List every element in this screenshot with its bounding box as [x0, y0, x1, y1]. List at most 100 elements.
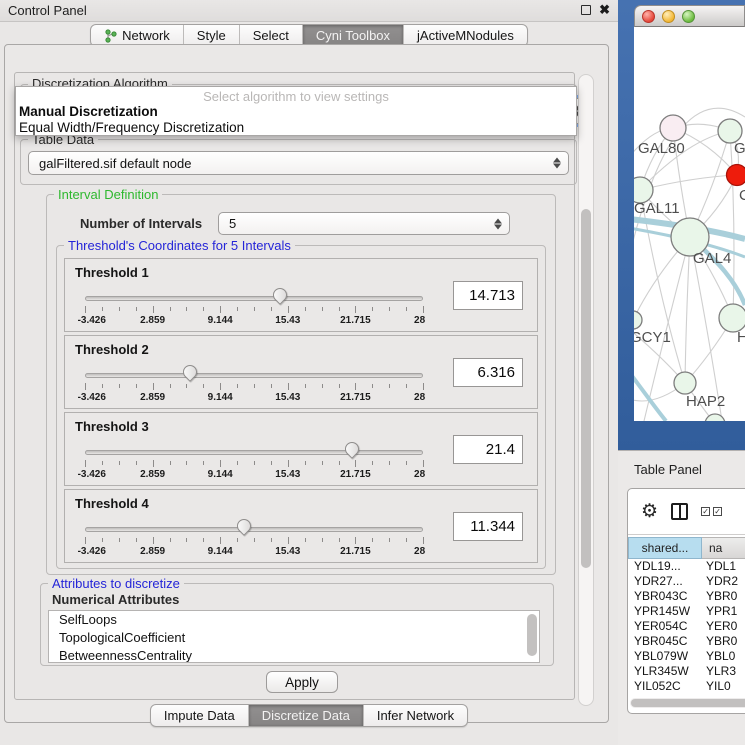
slider-thumb[interactable]: [234, 516, 254, 536]
node-hap2[interactable]: [674, 372, 696, 394]
control-panel-titlebar: Control Panel ✖: [0, 0, 618, 22]
table-row[interactable]: YBR045CYBR0: [628, 634, 745, 649]
threshold-4-value-field[interactable]: 11.344: [453, 512, 523, 541]
threshold-1-value-field[interactable]: 14.713: [453, 281, 523, 310]
numerical-attributes-list[interactable]: SelfLoops TopologicalCoefficient Between…: [48, 610, 540, 663]
table-row[interactable]: YLR345WYLR3: [628, 664, 745, 679]
table-toolbar: ⚙ ✓ ✓: [628, 489, 745, 535]
slider-thumb[interactable]: [180, 362, 200, 382]
zoom-traffic-light-icon[interactable]: [682, 10, 695, 23]
checkbox-icon: ✓: [713, 507, 722, 516]
table-data-combobox[interactable]: galFiltered.sif default node: [28, 151, 569, 175]
close-icon[interactable]: ✖: [599, 4, 610, 16]
threshold-2-slider[interactable]: -3.426 2.859 9.144 15.43 21.715 28: [85, 364, 423, 404]
network-window-titlebar[interactable]: [634, 5, 745, 27]
number-of-intervals-combobox[interactable]: 5: [218, 212, 510, 235]
gear-icon[interactable]: ⚙: [641, 502, 658, 521]
table-data-value: galFiltered.sif default node: [39, 156, 191, 171]
slider-ticks: [85, 536, 423, 545]
node-partial-mid-right[interactable]: [719, 304, 745, 332]
table-row[interactable]: YIL052CYIL0: [628, 679, 745, 692]
tab-select[interactable]: Select: [240, 25, 303, 46]
table-panel-title: Table Panel: [618, 451, 745, 477]
column-header-name[interactable]: na: [702, 537, 745, 559]
number-of-intervals-value: 5: [229, 216, 236, 231]
number-of-intervals-label: Number of Intervals: [76, 216, 206, 231]
slider-scale: -3.426 2.859 9.144 15.43 21.715 28: [85, 546, 423, 558]
thresholds-group-label: Threshold's Coordinates for 5 Intervals: [64, 238, 295, 253]
list-item-selfloops[interactable]: SelfLoops: [49, 611, 539, 629]
slider-track[interactable]: [85, 527, 423, 532]
list-item-topologicalcoefficient[interactable]: TopologicalCoefficient: [49, 629, 539, 647]
popup-item-manual-discretization[interactable]: Manual Discretization: [16, 104, 576, 120]
slider-track[interactable]: [85, 373, 423, 378]
scrollbar-thumb[interactable]: [631, 699, 745, 707]
table-row[interactable]: YBL079WYBL0: [628, 649, 745, 664]
select-columns-icon[interactable]: ✓ ✓: [701, 507, 722, 516]
table-horizontal-scrollbar[interactable]: [630, 698, 745, 708]
list-item-betweennesscentrality[interactable]: BetweennessCentrality: [49, 647, 539, 663]
minimize-traffic-light-icon[interactable]: [662, 10, 675, 23]
slider-thumb[interactable]: [270, 285, 290, 305]
network-graph: GAL80 GA C GAL11 GAL4 GCY1 H HAP2: [634, 27, 745, 421]
attributes-group-label: Attributes to discretize: [48, 576, 184, 591]
threshold-3-slider[interactable]: -3.426 2.859 9.144 15.43 21.715 28: [85, 441, 423, 481]
attributes-list-scrollbar[interactable]: [527, 614, 537, 656]
tab-cyni-toolbox[interactable]: Cyni Toolbox: [303, 25, 404, 46]
node-label-partial-h: H: [737, 329, 745, 346]
table-row[interactable]: YER054CYER0: [628, 619, 745, 634]
numerical-attributes-label: Numerical Attributes: [48, 592, 183, 607]
node-selected-red[interactable]: [727, 165, 745, 186]
tab-network[interactable]: Network: [91, 25, 184, 46]
node-label-gal80: GAL80: [638, 140, 685, 157]
slider-track[interactable]: [85, 450, 423, 455]
threshold-1-label: Threshold 1: [75, 265, 149, 280]
table-header-row: shared... na: [628, 537, 745, 559]
table-row[interactable]: YDR27...YDR2: [628, 574, 745, 589]
checkbox-icon: ✓: [701, 507, 710, 516]
slider-scale: -3.426 2.859 9.144 15.43 21.715 28: [85, 315, 423, 327]
node-label-gal11: GAL11: [634, 200, 680, 217]
float-window-icon[interactable]: [581, 5, 591, 15]
threshold-1-panel: Threshold 1 -3.426 2.859 9.144 15.43 21.…: [64, 258, 538, 332]
node-label-gcy1: GCY1: [634, 329, 671, 346]
node-gal80[interactable]: [660, 115, 686, 141]
tab-discretize-data[interactable]: Discretize Data: [249, 705, 364, 726]
threshold-4-slider[interactable]: -3.426 2.859 9.144 15.43 21.715 28: [85, 518, 423, 558]
slider-thumb[interactable]: [342, 439, 362, 459]
node-label-partial-c: C: [739, 187, 745, 204]
threshold-2-label: Threshold 2: [75, 342, 149, 357]
popup-item-equal-width-frequency[interactable]: Equal Width/Frequency Discretization: [16, 120, 576, 136]
threshold-4-panel: Threshold 4 -3.426 2.859 9.144 15.43 21.…: [64, 489, 538, 563]
algorithm-hint-item: Select algorithm to view settings: [16, 87, 576, 104]
threshold-2-value-field[interactable]: 6.316: [453, 358, 523, 387]
slider-scale: -3.426 2.859 9.144 15.43 21.715 28: [85, 392, 423, 404]
node-gcy1[interactable]: [634, 311, 642, 329]
slider-ticks: [85, 459, 423, 468]
network-canvas[interactable]: GAL80 GA C GAL11 GAL4 GCY1 H HAP2: [634, 27, 745, 421]
table-panel: Table Panel ⚙ ✓ ✓ shared... na YDL19...Y…: [618, 450, 745, 745]
panel-vertical-scrollbar[interactable]: [578, 74, 594, 706]
scrollbar-thumb[interactable]: [581, 209, 591, 568]
table-row[interactable]: YDL19...YDL1: [628, 559, 745, 574]
column-header-shared-name[interactable]: shared...: [628, 537, 702, 559]
slider-track[interactable]: [85, 296, 423, 301]
apply-button[interactable]: Apply: [266, 671, 338, 693]
node-label-hap2: HAP2: [686, 393, 725, 410]
network-window: GAL80 GA C GAL11 GAL4 GCY1 H HAP2: [634, 5, 745, 421]
tab-jactivemnodules[interactable]: jActiveMNodules: [404, 25, 527, 46]
tab-style[interactable]: Style: [184, 25, 240, 46]
panel-title: Control Panel: [0, 3, 87, 18]
threshold-3-value-field[interactable]: 21.4: [453, 435, 523, 464]
close-traffic-light-icon[interactable]: [642, 10, 655, 23]
threshold-1-slider[interactable]: -3.426 2.859 9.144 15.43 21.715 28: [85, 287, 423, 327]
tab-infer-network[interactable]: Infer Network: [364, 705, 467, 726]
threshold-4-label: Threshold 4: [75, 496, 149, 511]
tab-impute-data[interactable]: Impute Data: [151, 705, 249, 726]
threshold-2-panel: Threshold 2 -3.426 2.859 9.144 15.43 21.…: [64, 335, 538, 409]
columns-icon[interactable]: [671, 503, 688, 520]
interval-definition-label: Interval Definition: [54, 187, 162, 202]
network-desktop-background: GAL80 GA C GAL11 GAL4 GCY1 H HAP2: [618, 0, 745, 450]
table-row[interactable]: YBR043CYBR0: [628, 589, 745, 604]
table-row[interactable]: YPR145WYPR1: [628, 604, 745, 619]
